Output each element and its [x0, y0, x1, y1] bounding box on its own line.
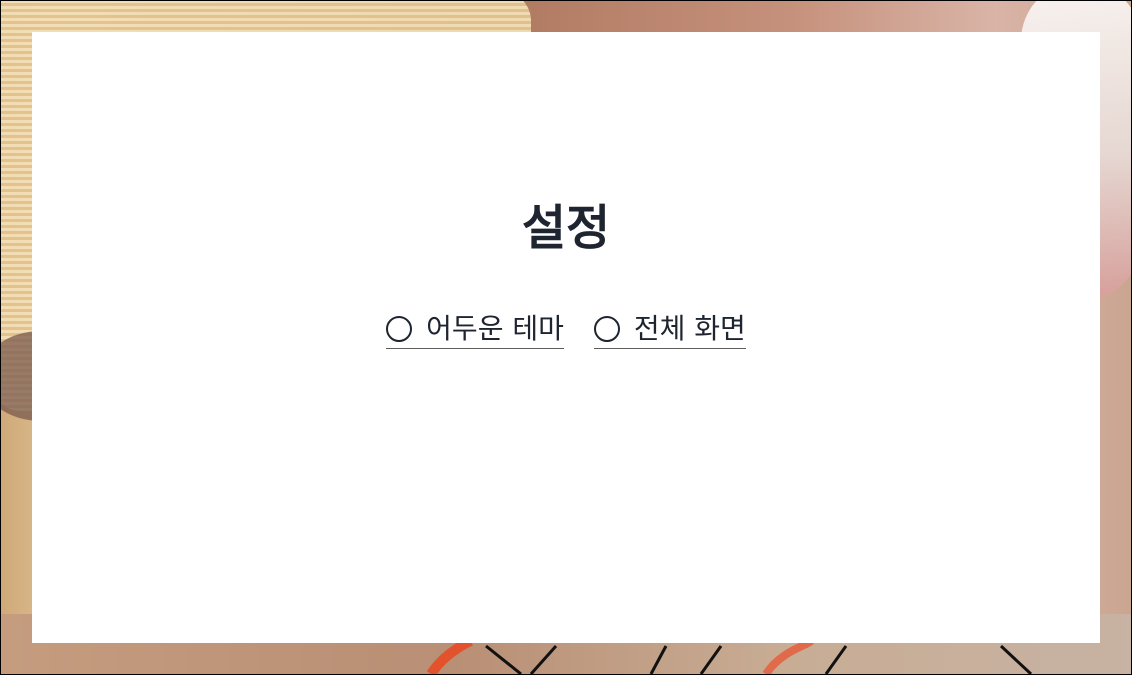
dark-theme-label: 어두운 테마 [426, 312, 564, 345]
dark-theme-option[interactable]: 어두운 테마 [386, 310, 564, 349]
settings-panel: 설정 어두운 테마 전체 화면 [32, 32, 1100, 643]
dark-theme-radio-icon[interactable] [386, 315, 413, 342]
settings-title: 설정 [521, 200, 611, 256]
fullscreen-label: 전체 화면 [633, 312, 746, 345]
fullscreen-option[interactable]: 전체 화면 [593, 310, 746, 349]
fullscreen-radio-icon[interactable] [593, 315, 620, 342]
settings-options: 어두운 테마 전체 화면 [32, 310, 1100, 349]
